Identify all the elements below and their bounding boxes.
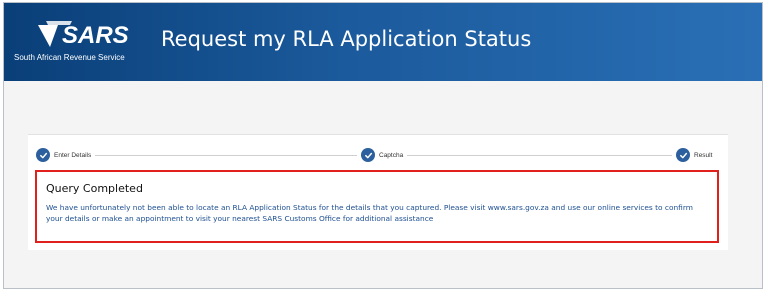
step-label: Result (694, 151, 713, 159)
step-enter-details[interactable]: Enter Details (32, 147, 96, 163)
page-header: SARS South African Revenue Service Reque… (4, 3, 762, 81)
status-card: Enter Details Captcha Result Query Compl… (28, 134, 728, 250)
check-circle-icon (36, 148, 50, 162)
result-message: We have unfortunately not been able to l… (46, 203, 693, 223)
sars-logo[interactable]: SARS South African Revenue Service (14, 11, 154, 71)
sars-logo-mark: SARS (38, 21, 129, 49)
step-label: Enter Details (54, 151, 92, 159)
step-captcha[interactable]: Captcha (357, 147, 408, 163)
sars-logo-subtitle: South African Revenue Service (14, 53, 125, 62)
check-circle-icon (361, 148, 375, 162)
result-message-box: Query Completed We have unfortunately no… (35, 170, 719, 243)
step-label: Captcha (379, 151, 404, 159)
progress-stepper: Enter Details Captcha Result (28, 135, 728, 167)
sars-logo-text: SARS (62, 22, 129, 49)
check-circle-icon (676, 148, 690, 162)
page-title: Request my RLA Application Status (161, 27, 532, 51)
app-window: SARS South African Revenue Service Reque… (3, 2, 763, 289)
step-result[interactable]: Result (672, 147, 717, 163)
result-title: Query Completed (46, 182, 143, 195)
